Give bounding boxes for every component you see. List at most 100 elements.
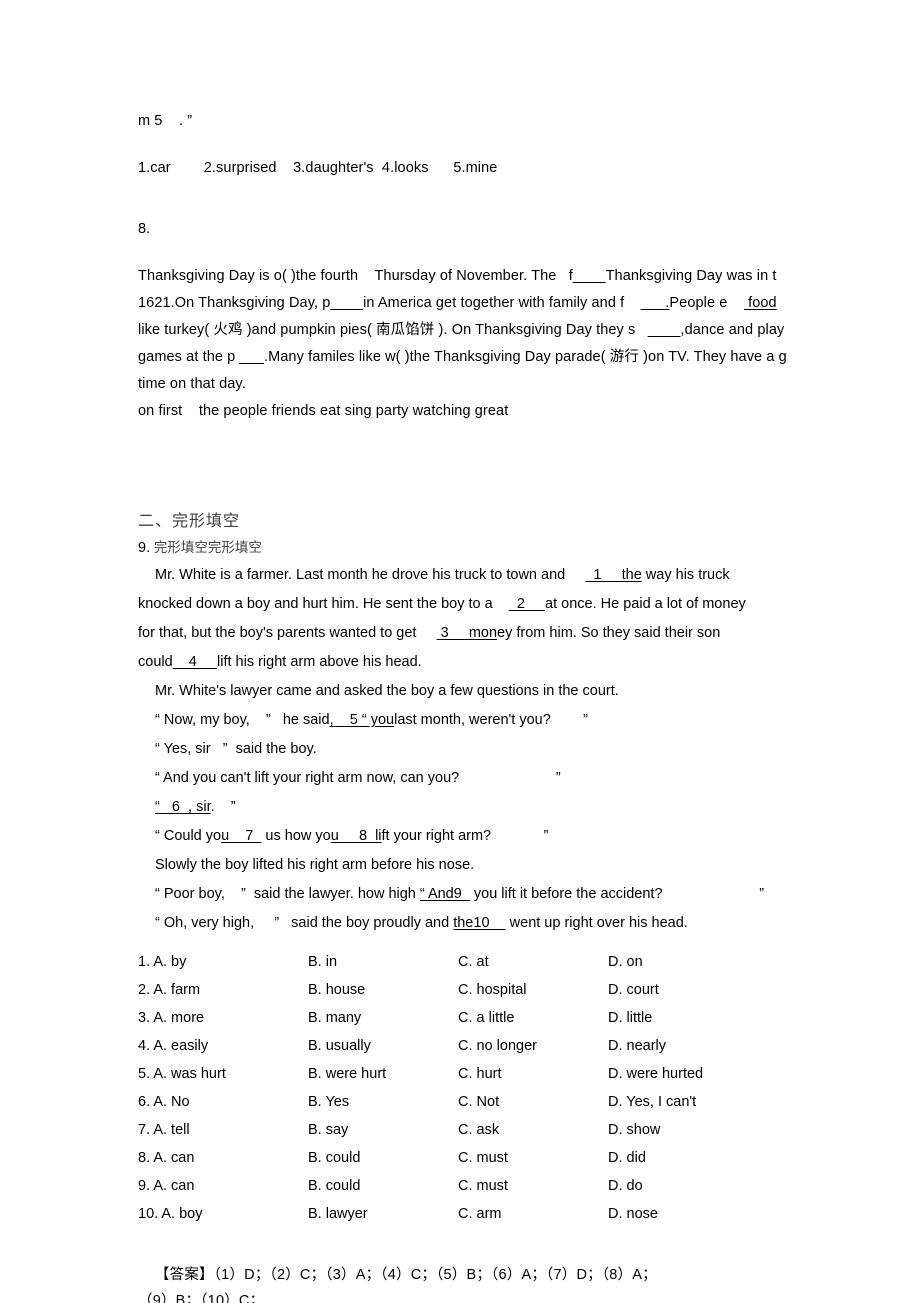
cloze-l9-blank-1: u 7 bbox=[221, 828, 262, 844]
cloze-line: Mr. White is a farmer. Last month he dro… bbox=[138, 561, 792, 590]
cloze-l11-blank-1: “ And9 bbox=[419, 886, 470, 902]
option-9-a[interactable]: 9. A. can bbox=[138, 1172, 308, 1200]
options-row: 10. A. boy B. lawyer C. arm D. nose bbox=[138, 1200, 792, 1228]
options-row: 8. A. can B. could C. must D. did bbox=[138, 1144, 792, 1172]
option-4-b[interactable]: B. usually bbox=[308, 1032, 458, 1060]
cloze-l4-text-0: Mr. White's lawyer came and asked the bo… bbox=[155, 683, 619, 699]
option-1-d[interactable]: D. on bbox=[608, 948, 792, 976]
option-5-d[interactable]: D. were hurted bbox=[608, 1060, 792, 1088]
section-item-title: 完形填空完形填空 bbox=[153, 540, 262, 555]
question-8-line: Thanksgiving Day is o( )the fourth Thurs… bbox=[138, 263, 792, 290]
cloze-line: “ Oh, very high, ” said the boy proudly … bbox=[138, 909, 792, 938]
option-10-c[interactable]: C. arm bbox=[458, 1200, 608, 1228]
option-5-b[interactable]: B. were hurt bbox=[308, 1060, 458, 1088]
q8-l0-text-0: Thanksgiving Day is o( )the fourth Thurs… bbox=[138, 268, 573, 284]
cloze-l3-text-2: lift his right arm above his head. bbox=[217, 654, 422, 670]
options-row: 5. A. was hurt B. were hurt C. hurt D. were… bbox=[138, 1060, 792, 1088]
section-heading: 二、完形填空 bbox=[138, 513, 241, 530]
cloze-l9-text-2: us how yo bbox=[261, 828, 331, 844]
option-6-c[interactable]: C. Not bbox=[458, 1088, 608, 1116]
q8-l1-text-0: 1621.On Thanksgiving Day, p bbox=[138, 295, 331, 311]
option-7-d[interactable]: D. show bbox=[608, 1116, 792, 1144]
option-1-b[interactable]: B. in bbox=[308, 948, 458, 976]
option-8-b[interactable]: B. could bbox=[308, 1144, 458, 1172]
option-5-a[interactable]: 5. A. was hurt bbox=[138, 1060, 308, 1088]
option-8-d[interactable]: D. did bbox=[608, 1144, 792, 1172]
option-2-a[interactable]: 2. A. farm bbox=[138, 976, 308, 1004]
cloze-l3-blank-1: 4 bbox=[172, 654, 217, 670]
cloze-l11-text-0: “ Poor boy, ” said the lawyer. how high bbox=[155, 886, 420, 902]
option-8-c[interactable]: C. must bbox=[458, 1144, 608, 1172]
option-6-a[interactable]: 6. A. No bbox=[138, 1088, 308, 1116]
cloze-l12-text-2: went up right over his head. bbox=[505, 915, 688, 931]
option-10-a[interactable]: 10. A. boy bbox=[138, 1200, 308, 1228]
top-fragment: m 5 . ” 1.car 2.surprised 3.daughter's 4… bbox=[138, 0, 792, 182]
option-3-b[interactable]: B. many bbox=[308, 1004, 458, 1032]
q8-l2-text-2: ,dance and play bbox=[680, 322, 785, 338]
option-1-a[interactable]: 1. A. by bbox=[138, 948, 308, 976]
option-2-d[interactable]: D. court bbox=[608, 976, 792, 1004]
option-9-d[interactable]: D. do bbox=[608, 1172, 792, 1200]
option-3-c[interactable]: C. a little bbox=[458, 1004, 608, 1032]
question-8-line: time on that day. bbox=[138, 371, 792, 398]
q8-l1-blank-5: food bbox=[743, 295, 777, 311]
options-row: 6. A. No B. Yes C. Not D. Yes, I can't bbox=[138, 1088, 792, 1116]
cloze-l2-text-0: for that, but the boy's parents wanted t… bbox=[138, 625, 437, 641]
cloze-l0-blank-1: 1 the bbox=[585, 567, 642, 583]
option-2-c[interactable]: C. hospital bbox=[458, 976, 608, 1004]
document-page: m 5 . ” 1.car 2.surprised 3.daughter's 4… bbox=[0, 0, 920, 1303]
option-8-a[interactable]: 8. A. can bbox=[138, 1144, 308, 1172]
option-2-b[interactable]: B. house bbox=[308, 976, 458, 1004]
option-10-d[interactable]: D. nose bbox=[608, 1200, 792, 1228]
option-4-c[interactable]: C. no longer bbox=[458, 1032, 608, 1060]
question-8: 8. Thanksgiving Day is o( )the fourth Th… bbox=[138, 216, 792, 425]
cloze-l9-blank-3: u 8 li bbox=[330, 828, 382, 844]
cloze-line: Slowly the boy lifted his right arm befo… bbox=[138, 851, 792, 880]
q8-l4-text-0: time on that day. bbox=[138, 376, 246, 392]
option-5-c[interactable]: C. hurt bbox=[458, 1060, 608, 1088]
cloze-line: “ Now, my boy, ” he said, 5 “ youlast mo… bbox=[138, 706, 792, 735]
q8-l0-blank-1: ____ bbox=[572, 268, 606, 284]
cloze-l5-blank-1: , 5 “ you bbox=[329, 712, 395, 728]
option-9-b[interactable]: B. could bbox=[308, 1172, 458, 1200]
option-9-c[interactable]: C. must bbox=[458, 1172, 608, 1200]
question-8-line: like turkey( 火鸡 )and pumpkin pies( 南瓜馅饼 … bbox=[138, 317, 792, 344]
q8-l2-blank-1: ____ bbox=[647, 322, 681, 338]
cloze-l5-text-2: last month, weren't you? ” bbox=[394, 712, 588, 728]
option-7-b[interactable]: B. say bbox=[308, 1116, 458, 1144]
answer-key: 【答案】（1）D；（2）C；（3）A；（4）C；（5）B；（6）A；（7）D；（… bbox=[138, 1236, 792, 1303]
option-3-a[interactable]: 3. A. more bbox=[138, 1004, 308, 1032]
option-6-d[interactable]: D. Yes, I can't bbox=[608, 1088, 792, 1116]
cloze-l12-text-0: “ Oh, very high, ” said the boy proudly … bbox=[155, 915, 454, 931]
q8-l1-text-4: People e bbox=[669, 295, 744, 311]
cloze-line: “ 6 , sir. ” bbox=[138, 793, 792, 822]
question-8-line: on first the people friends eat sing par… bbox=[138, 398, 792, 425]
q8-l3-text-2: .Many familes like w( )the Thanksgiving … bbox=[263, 349, 787, 365]
option-4-d[interactable]: D. nearly bbox=[608, 1032, 792, 1060]
option-1-c[interactable]: C. at bbox=[458, 948, 608, 976]
cloze-l5-text-0: “ Now, my boy, ” he said bbox=[155, 712, 330, 728]
cloze-line: “ Yes, sir ” said the boy. bbox=[138, 735, 792, 764]
q8-l1-blank-1: ____ bbox=[330, 295, 364, 311]
cloze-l11-text-2: you lift it before the accident? ” bbox=[469, 886, 765, 902]
cloze-line: could 4 lift his right arm above his hea… bbox=[138, 648, 792, 677]
q8-l2-text-0: like turkey( 火鸡 )and pumpkin pies( 南瓜馅饼 … bbox=[138, 322, 648, 338]
option-7-a[interactable]: 7. A. tell bbox=[138, 1116, 308, 1144]
cloze-l9-text-0: “ Could yo bbox=[155, 828, 222, 844]
option-6-b[interactable]: B. Yes bbox=[308, 1088, 458, 1116]
option-4-a[interactable]: 4. A. easily bbox=[138, 1032, 308, 1060]
answer-key-line-2: （9）B；（10）C； bbox=[138, 1293, 265, 1303]
option-3-d[interactable]: D. little bbox=[608, 1004, 792, 1032]
cloze-l0-text-2: way his truck bbox=[641, 567, 730, 583]
options-row: 2. A. farm B. house C. hospital D. court bbox=[138, 976, 792, 1004]
options-row: 4. A. easily B. usually C. no longer D. nea… bbox=[138, 1032, 792, 1060]
question-8-line: games at the p ___.Many familes like w( … bbox=[138, 344, 792, 371]
section-item-number: 9. bbox=[138, 540, 151, 556]
question-8-body: Thanksgiving Day is o( )the fourth Thurs… bbox=[138, 263, 792, 425]
option-10-b[interactable]: B. lawyer bbox=[308, 1200, 458, 1228]
option-7-c[interactable]: C. ask bbox=[458, 1116, 608, 1144]
cloze-l1-text-0: knocked down a boy and hurt him. He sent… bbox=[138, 596, 509, 612]
